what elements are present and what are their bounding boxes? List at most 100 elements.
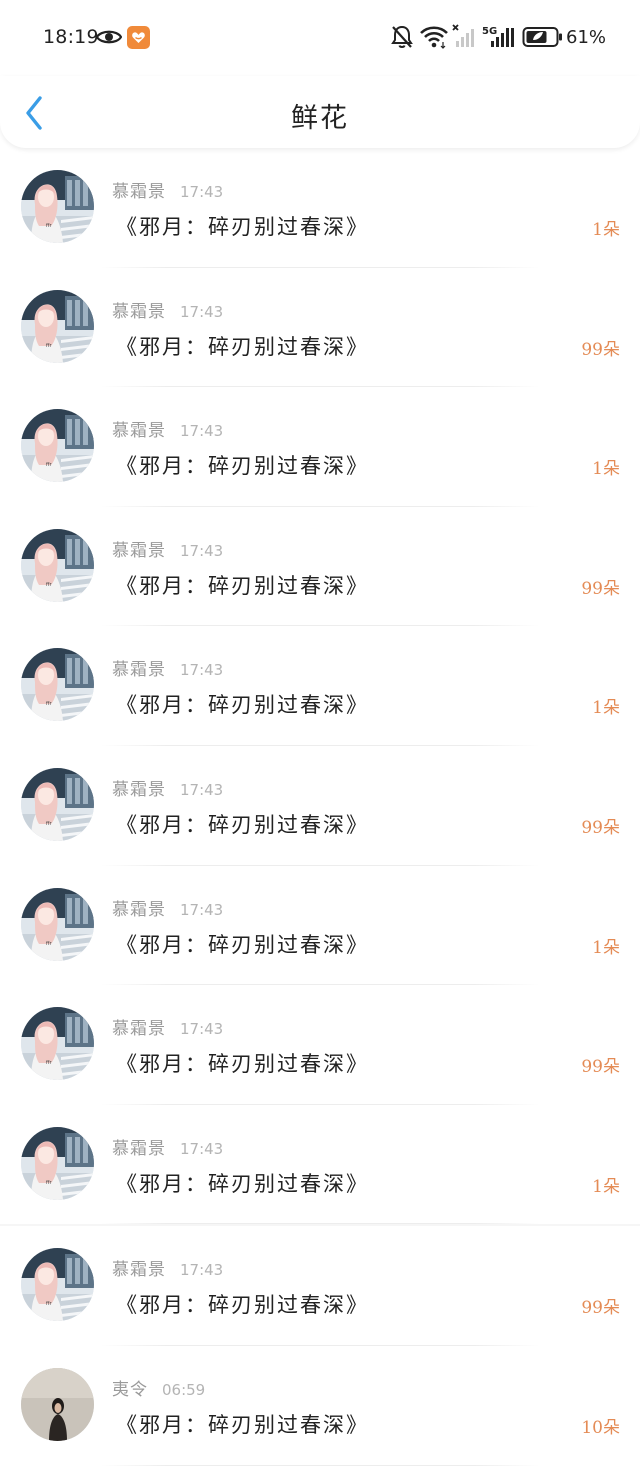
svg-text:ffr: ffr (46, 582, 52, 588)
flower-count: 1朵 (592, 937, 620, 958)
book-title: 《邪月：碎刃别过春深》 (116, 573, 369, 598)
send-time: 17:43 (180, 900, 224, 919)
sender-name: 慕霜景 (112, 779, 166, 800)
list-item[interactable]: ffr 慕霜景 17:43 《邪月：碎刃别过春深》 1朵 (0, 148, 640, 268)
flower-count: 99朵 (581, 339, 620, 360)
avatar-girl-image: ffr (21, 1007, 94, 1081)
flower-count: 99朵 (581, 817, 620, 838)
send-time: 17:43 (180, 1020, 224, 1039)
list-item[interactable]: ffr 慕霜景 17:43 《邪月：碎刃别过春深》 1朵 (0, 1104, 640, 1225)
status-bar: 18:19 5G 61% (0, 0, 640, 76)
book-title: 《邪月：碎刃别过春深》 (116, 1412, 369, 1437)
list-item[interactable]: ffr 慕霜景 17:43 《邪月：碎刃别过春深》 99朵 (0, 745, 640, 866)
svg-text:ffr: ffr (46, 821, 52, 827)
flower-count: 10朵 (581, 1417, 620, 1438)
sender-name: 慕霜景 (112, 1019, 166, 1040)
avatar[interactable]: ffr (21, 1126, 94, 1200)
sender-name: 慕霜景 (112, 421, 166, 442)
avatar-girl-image: ffr (21, 887, 94, 961)
list-item[interactable]: ffr 慕霜景 17:43 《邪月：碎刃别过春深》 99朵 (0, 1226, 640, 1346)
svg-text:ffr: ffr (46, 1060, 52, 1066)
list-item[interactable]: ffr 慕霜景 17:43 《邪月：碎刃别过春深》 99朵 (0, 506, 640, 627)
book-title: 《邪月：碎刃别过春深》 (116, 334, 369, 359)
avatar-girl-image: ffr (21, 289, 94, 363)
svg-text:ffr: ffr (46, 343, 52, 349)
avatar[interactable]: ffr (21, 1248, 94, 1322)
list-item[interactable]: ffr 慕霜景 17:43 《邪月：碎刃别过春深》 1朵 (0, 865, 640, 986)
list-item[interactable]: ffr 慕霜景 17:43 《邪月：碎刃别过春深》 1朵 (0, 387, 640, 507)
network-type: 5G (482, 26, 497, 37)
flower-count: 99朵 (581, 578, 620, 599)
send-time: 17:43 (180, 183, 224, 201)
svg-text:ffr: ffr (46, 1180, 52, 1186)
item-meta: 慕霜景 17:43 (112, 416, 223, 441)
item-meta: 慕霜景 17:43 (112, 1255, 223, 1280)
sender-name: 夷令 (112, 1379, 148, 1400)
list-item[interactable]: ffr 慕霜景 17:43 《邪月：碎刃别过春深》 1朵 (0, 626, 640, 746)
send-time: 17:43 (180, 1139, 224, 1158)
avatar[interactable]: ffr (21, 289, 94, 363)
book-title: 《邪月：碎刃别过春深》 (116, 812, 369, 837)
avatar[interactable]: ffr (21, 170, 94, 243)
flower-list: ffr 慕霜景 17:43 《邪月：碎刃别过春深》 1朵 ffr 慕霜景 17:43… (0, 148, 640, 1466)
divider (100, 1464, 540, 1466)
signal-sim1-icon (452, 24, 474, 47)
flower-count: 1朵 (592, 698, 620, 719)
avatar-girl-image: ffr (21, 1126, 94, 1200)
svg-text:ffr: ffr (46, 462, 52, 468)
flower-count: 99朵 (581, 1298, 620, 1319)
item-meta: 慕霜景 17:43 (112, 536, 223, 561)
avatar[interactable]: ffr (21, 767, 94, 841)
avatar[interactable]: ffr (21, 528, 94, 602)
page-title: 鲜花 (291, 103, 349, 134)
wifi-icon (420, 26, 448, 49)
status-time: 18:19 (43, 26, 99, 48)
avatar-girl-image: ffr (21, 1248, 94, 1322)
list-item[interactable]: 夷令 06:59 《邪月：碎刃别过春深》 10朵 (0, 1345, 640, 1466)
book-title: 《邪月：碎刃别过春深》 (116, 1293, 369, 1318)
eye-icon (96, 30, 122, 44)
avatar-girl-image: ffr (21, 170, 94, 243)
item-meta: 夷令 06:59 (112, 1375, 205, 1400)
avatar-girl-image: ffr (21, 528, 94, 602)
book-title: 《邪月：碎刃别过春深》 (116, 932, 369, 957)
book-title: 《邪月：碎刃别过春深》 (116, 454, 369, 479)
avatar[interactable] (21, 1367, 94, 1441)
item-meta: 慕霜景 17:43 (112, 177, 223, 202)
send-time: 17:43 (180, 541, 224, 560)
battery-percent: 61% (566, 27, 607, 48)
sender-name: 慕霜景 (112, 1138, 166, 1159)
avatar-girl-image: ffr (21, 767, 94, 841)
battery-icon (522, 27, 562, 47)
list-item[interactable]: ffr 慕霜景 17:43 《邪月：碎刃别过春深》 99朵 (0, 985, 640, 1105)
avatar[interactable]: ffr (21, 648, 94, 722)
flower-count: 99朵 (581, 1057, 620, 1078)
book-title: 《邪月：碎刃别过春深》 (116, 215, 369, 239)
divider (100, 1223, 540, 1225)
send-time: 17:43 (180, 780, 224, 799)
avatar[interactable]: ffr (21, 887, 94, 961)
book-title: 《邪月：碎刃别过春深》 (116, 693, 369, 718)
book-title: 《邪月：碎刃别过春深》 (116, 1052, 369, 1077)
sender-name: 慕霜景 (112, 660, 166, 681)
send-time: 17:43 (180, 302, 224, 321)
item-meta: 慕霜景 17:43 (112, 297, 223, 322)
avatar-girl-image: ffr (21, 648, 94, 722)
sender-name: 慕霜景 (112, 301, 166, 322)
item-meta: 慕霜景 17:43 (112, 1014, 223, 1039)
flower-count: 1朵 (592, 220, 620, 240)
list-item[interactable]: ffr 慕霜景 17:43 《邪月：碎刃别过春深》 99朵 (0, 267, 640, 388)
app-notification-icon (127, 26, 150, 49)
item-meta: 慕霜景 17:43 (112, 775, 223, 800)
avatar[interactable]: ffr (21, 409, 94, 483)
svg-text:ffr: ffr (46, 1301, 52, 1307)
svg-text:ffr: ffr (46, 223, 52, 229)
item-meta: 慕霜景 17:43 (112, 655, 223, 680)
flower-count: 1朵 (592, 459, 620, 480)
avatar[interactable]: ffr (21, 1007, 94, 1081)
send-time: 06:59 (162, 1380, 206, 1399)
svg-text:ffr: ffr (46, 941, 52, 947)
send-time: 17:43 (180, 422, 224, 441)
sender-name: 慕霜景 (112, 182, 166, 202)
book-title: 《邪月：碎刃别过春深》 (116, 1171, 369, 1196)
